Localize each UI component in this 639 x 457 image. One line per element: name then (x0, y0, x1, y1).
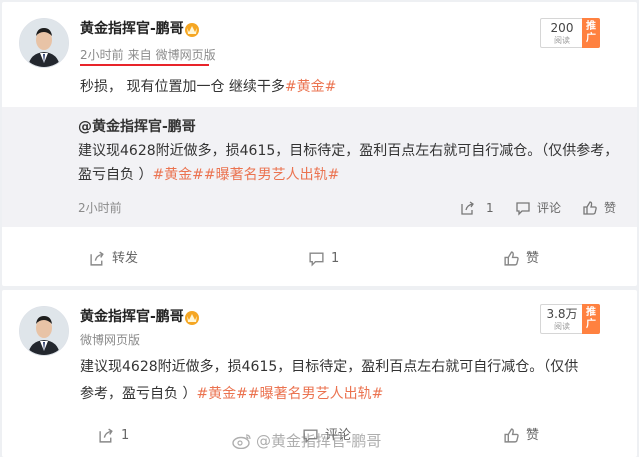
comment-count: 1 (331, 250, 340, 266)
watermark: @黄金指挥官-鹏哥 (232, 430, 381, 451)
share-icon (461, 201, 474, 215)
hashtag-link[interactable]: #黄金# (196, 386, 247, 402)
watermark-text: @黄金指挥官-鹏哥 (256, 432, 382, 450)
post-text-line1: 建议现4628附近做多，损4615，目标待定，盈利百点左右就可自行减仓。（仅供 (80, 359, 579, 375)
repost-comment-label: 评论 (537, 201, 562, 215)
post-text-plain: 秒损， 现有位置加一仓 继续干多 (80, 79, 285, 95)
forward-label: 转发 (112, 250, 139, 266)
source-prefix: 来自 (127, 48, 152, 62)
comment-icon (309, 252, 324, 267)
forward-button[interactable]: 1 (98, 427, 129, 444)
hashtag-link[interactable]: #曝著名男艺人出轨# (204, 167, 339, 183)
weibo-post-card: 黄金指挥官-鹏哥 2小时前 来自 微博网页版 200 阅读 推广 秒损， 现有位置加… (2, 2, 637, 286)
read-count-box: 3.8万 阅读 推广 (540, 304, 600, 334)
comment-icon (516, 202, 530, 216)
repost-text-plain: 盈亏自负 ） (78, 167, 153, 183)
forward-button[interactable]: 转发 (89, 250, 138, 267)
post-text: 秒损， 现有位置加一仓 继续干多#黄金# (80, 74, 336, 101)
share-icon (90, 251, 104, 266)
repost-forward-button[interactable]: 1 (460, 200, 494, 216)
crown-badge-icon (185, 311, 199, 325)
comment-button[interactable]: 1 (308, 250, 339, 267)
post-source[interactable]: 微博网页版 (156, 48, 216, 62)
highlight-underline (80, 64, 209, 66)
username[interactable]: 黄金指挥官-鹏哥 (80, 20, 184, 38)
crown-badge-icon (185, 23, 199, 37)
weibo-logo-icon (232, 433, 251, 449)
post-meta: 2小时前 来自 微博网页版 (80, 47, 216, 63)
post-time[interactable]: 2小时前 (80, 48, 124, 62)
thumbs-up-icon (504, 428, 519, 443)
like-button[interactable]: 赞 (503, 427, 539, 444)
repost-text-line2: 盈亏自负 ）#黄金##曝著名男艺人出轨# (78, 163, 339, 187)
repost-comment-button[interactable]: 评论 (515, 200, 561, 216)
post-text-plain: 参考，盈亏自负 ） (80, 386, 197, 402)
thumbs-up-icon (504, 251, 519, 266)
repost-text-line1: 建议现4628附近做多，损4615，目标待定，盈利百点左右就可自行减仓。（仅供参… (78, 143, 619, 159)
thumbs-up-icon (583, 201, 597, 215)
promote-button[interactable]: 推广 (582, 18, 600, 48)
post-source[interactable]: 微博网页版 (80, 332, 140, 348)
like-button[interactable]: 赞 (503, 250, 539, 267)
username[interactable]: 黄金指挥官-鹏哥 (80, 308, 184, 326)
repost-like-label: 赞 (604, 201, 617, 215)
read-count: 200 (550, 21, 574, 35)
repost-box: @黄金指挥官-鹏哥 建议现4628附近做多，损4615，目标待定，盈利百点左右就… (2, 107, 637, 227)
hashtag-link[interactable]: #曝著名男艺人出轨# (248, 386, 383, 402)
repost-author[interactable]: @黄金指挥官-鹏哥 (78, 118, 196, 136)
hashtag-link[interactable]: #黄金# (152, 167, 203, 183)
read-count: 3.8万 (546, 307, 578, 321)
avatar[interactable] (19, 18, 69, 68)
like-label: 赞 (526, 427, 540, 443)
post-text-line2: 参考，盈亏自负 ）#黄金##曝著名男艺人出轨# (80, 381, 383, 408)
repost-forward-count: 1 (486, 201, 494, 215)
read-label: 阅读 (554, 36, 570, 45)
repost-time[interactable]: 2小时前 (78, 200, 122, 216)
read-count-box: 200 阅读 推广 (540, 18, 600, 48)
avatar[interactable] (19, 306, 69, 356)
like-label: 赞 (526, 250, 540, 266)
promote-label: 推广 (586, 21, 596, 44)
promote-button[interactable]: 推广 (582, 304, 600, 334)
read-label: 阅读 (554, 322, 570, 331)
forward-count: 1 (121, 427, 130, 443)
share-icon (99, 428, 113, 443)
repost-like-button[interactable]: 赞 (582, 200, 616, 216)
hashtag-link[interactable]: #黄金# (285, 79, 336, 95)
promote-label: 推广 (586, 307, 596, 330)
